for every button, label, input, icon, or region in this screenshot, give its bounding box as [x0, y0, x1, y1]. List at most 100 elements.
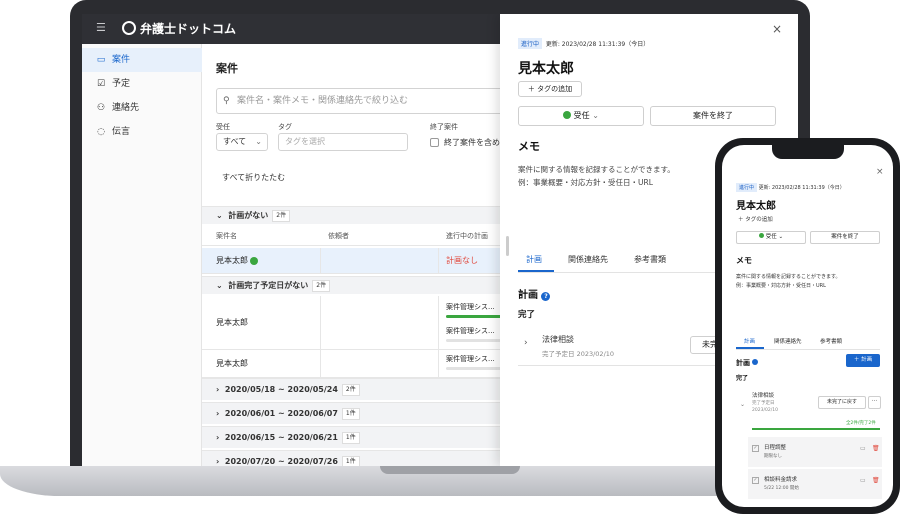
task-item[interactable]: ✓ 日程調整 期限なし ▭ 🗑	[748, 437, 882, 467]
logo-text: 弁護士ドットコム	[140, 22, 237, 36]
calendar-icon[interactable]: ▭	[860, 477, 866, 484]
plan-title: 計画	[736, 359, 750, 367]
chevron-down-icon: ⌄	[216, 281, 223, 290]
group-header[interactable]: ⌄ 計画完了予定日がない 2件	[202, 276, 502, 294]
add-plan-label: 計画	[861, 357, 873, 363]
group-header[interactable]: › 2020/06/15 ~ 2020/06/21 1件	[202, 426, 502, 448]
group-header[interactable]: ⌄ 計画がない 2件	[202, 206, 502, 224]
tab-plan[interactable]: 計画	[744, 337, 755, 345]
add-tag-button[interactable]: ＋ タグの追加	[518, 81, 582, 97]
chevron-right-icon: ›	[216, 409, 220, 418]
table-row[interactable]: 見本太郎 計画なし	[202, 248, 502, 274]
tab-reference-docs[interactable]: 参考書類	[820, 337, 842, 345]
assignee-value: すべて	[223, 137, 247, 146]
plan-progress: 案件管理シス...	[446, 354, 506, 370]
plan-item-date-label: 完了予定日	[752, 401, 775, 406]
more-options-icon[interactable]: ···	[868, 396, 881, 409]
case-name-cell: 見本太郎	[216, 248, 258, 273]
add-tag-label: タグの追加	[537, 85, 573, 93]
search-icon: ⚲	[223, 96, 230, 106]
assignee-select[interactable]: すべて ⌄	[216, 133, 268, 151]
trash-icon[interactable]: 🗑	[872, 445, 880, 452]
include-closed-checkbox[interactable]	[430, 138, 439, 147]
tab-plan[interactable]: 計画	[526, 254, 542, 265]
add-tag-label: タグの追加	[745, 217, 773, 223]
chevron-down-icon: ⌄	[592, 111, 599, 120]
calendar-icon[interactable]: ▭	[860, 445, 866, 452]
sidebar-item-contacts[interactable]: ⚇ 連絡先	[82, 96, 202, 120]
column-divider	[320, 296, 321, 349]
done-section-label: 完了	[736, 375, 749, 382]
resize-handle[interactable]	[506, 236, 509, 256]
sidebar-item-cases[interactable]: ▭ 案件	[82, 48, 202, 72]
end-case-button[interactable]: 案件を終了	[650, 106, 776, 126]
group-label: 計画完了予定日がない	[228, 281, 309, 290]
tab-reference-docs[interactable]: 参考書類	[634, 254, 666, 265]
case-name-title: 見本太郎	[736, 201, 776, 212]
hamburger-menu-icon[interactable]: ☰	[96, 22, 108, 34]
plan-item-date: 2023/02/10	[752, 408, 778, 413]
chevron-down-icon[interactable]: ⌄	[740, 401, 745, 408]
page-title: 案件	[216, 62, 238, 75]
memo-text-line[interactable]: 案件に関する情報を記録することができます。	[736, 273, 841, 280]
table-row[interactable]: 見本太郎 案件管理シス... 案件管理シス...	[202, 296, 506, 350]
sidebar-item-messages[interactable]: ◌ 伝言	[82, 120, 202, 144]
table-row[interactable]: 見本太郎 案件管理シス...	[202, 350, 506, 378]
memo-text-line[interactable]: 案件に関する情報を記録することができます。	[518, 164, 675, 175]
laptop-base-notch	[380, 466, 520, 474]
close-icon[interactable]: ×	[772, 22, 782, 36]
plan-name: 案件管理シス...	[446, 355, 495, 363]
search-input[interactable]: ⚲ 案件名・案件メモ・関係連絡先で絞り込む	[216, 88, 506, 114]
tab-related-contacts[interactable]: 関係連絡先	[774, 337, 802, 345]
add-plan-button[interactable]: ＋ 計画	[846, 354, 880, 367]
group-count-badge: 1件	[341, 432, 360, 444]
chevron-right-icon: ›	[524, 338, 528, 348]
checkbox-checked-icon[interactable]: ✓	[752, 445, 759, 452]
sidebar-item-schedule[interactable]: ☑ 予定	[82, 72, 202, 96]
laptop-screen: ☰ 弁護士ドットコム ▭ 案件 ☑ 予定 ⚇ 連絡先 ◌ 伝言 案件 ⚲ 案件名・案件メモ…	[82, 14, 798, 466]
case-name-cell: 見本太郎	[216, 359, 248, 368]
help-icon[interactable]: ?	[541, 292, 551, 301]
tag-select[interactable]: タグを選択	[278, 133, 408, 151]
revert-incomplete-button[interactable]: 未完了に戻す	[818, 396, 866, 409]
plan-name: 案件管理シス...	[446, 303, 495, 311]
group-header[interactable]: › 2020/07/20 ~ 2020/07/26 1件	[202, 450, 502, 466]
group-count-badge: 1件	[341, 456, 360, 466]
close-icon[interactable]: ×	[876, 167, 884, 177]
plan-progress: 案件管理シス...	[446, 302, 506, 318]
search-placeholder: 案件名・案件メモ・関係連絡先で絞り込む	[237, 96, 409, 106]
group-header[interactable]: › 2020/06/01 ~ 2020/06/07 1件	[202, 402, 502, 424]
app-logo[interactable]: 弁護士ドットコム	[122, 20, 236, 38]
group-header[interactable]: › 2020/05/18 ~ 2020/05/24 2件	[202, 378, 502, 400]
status-dropdown-button[interactable]: 受任 ⌄	[518, 106, 644, 126]
trash-icon[interactable]: 🗑	[872, 477, 880, 484]
person-icon: ⚇	[96, 103, 106, 113]
collapse-all-button[interactable]: すべて折りたたむ	[222, 172, 285, 183]
column-header: 依頼者	[328, 232, 349, 240]
memo-text-line[interactable]: 例：事業概要・対応方針・受任日・URL	[518, 177, 653, 188]
status-badge: 進行中	[736, 183, 758, 192]
task-item[interactable]: ✓ 相談料金請求 5/22 12:00 開始 ▭ 🗑	[748, 469, 882, 499]
case-name-title: 見本太郎	[518, 61, 574, 77]
progress-fill	[446, 315, 506, 318]
tab-related-contacts[interactable]: 関係連絡先	[568, 254, 608, 265]
end-case-button[interactable]: 案件を終了	[810, 231, 880, 244]
folder-icon: ▭	[96, 55, 106, 65]
sidebar-item-label: 案件	[112, 55, 131, 65]
progress-bar	[446, 339, 506, 342]
group-label: 計画がない	[228, 211, 269, 220]
plan-progress: 案件管理シス...	[446, 326, 506, 342]
group-label: 2020/06/01 ~ 2020/06/07	[224, 409, 338, 418]
checkbox-checked-icon[interactable]: ✓	[752, 477, 759, 484]
column-header: 進行中の計画	[446, 232, 488, 240]
plan-name: 案件管理シス...	[446, 327, 495, 335]
group-count-badge: 2件	[341, 384, 360, 396]
column-header: 案件名	[216, 232, 237, 240]
status-dropdown-button[interactable]: 受任 ⌄	[736, 231, 806, 244]
add-tag-button[interactable]: ＋ タグの追加	[738, 215, 773, 223]
memo-text-line[interactable]: 例：事業概要・対応方針・受任日・URL	[736, 282, 826, 289]
phone-frame: 進行中 更新: 2023/02/28 11:31:39（今日） × 見本太郎 ＋…	[715, 138, 900, 514]
group-label: 2020/07/20 ~ 2020/07/26	[224, 457, 338, 466]
help-icon[interactable]	[752, 359, 759, 365]
updated-timestamp: 更新: 2023/02/28 11:31:39（今日）	[545, 41, 650, 48]
